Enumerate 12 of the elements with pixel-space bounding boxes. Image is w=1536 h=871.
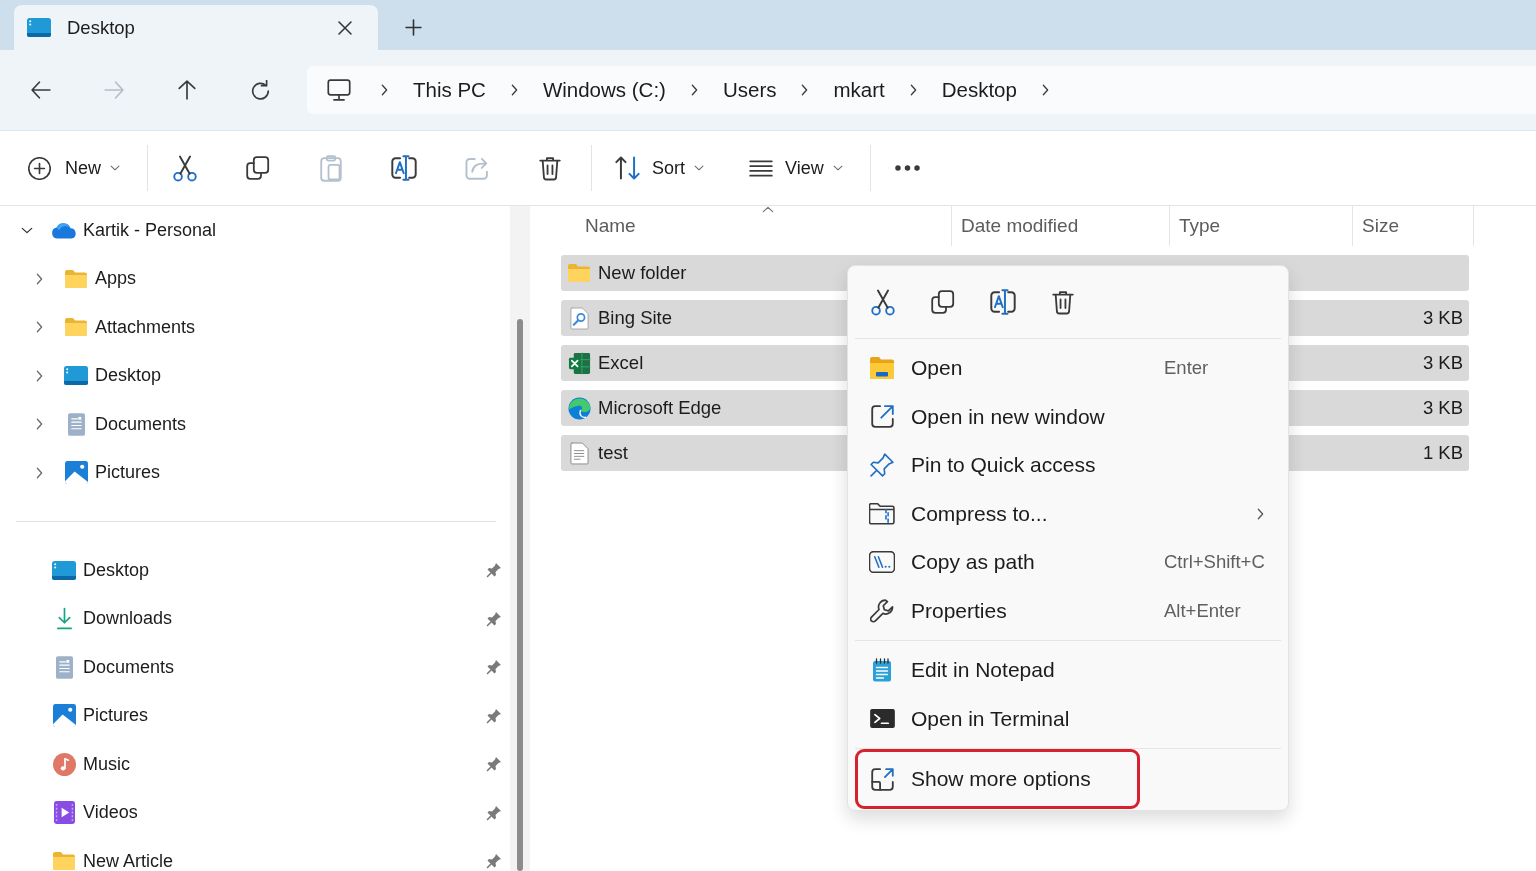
file-name: Excel <box>598 352 644 374</box>
file-size: 3 KB <box>1422 397 1463 419</box>
file-name: Microsoft Edge <box>598 397 722 419</box>
file-size: 3 KB <box>1422 307 1463 329</box>
shortcut-text: Alt+Enter <box>1164 599 1241 622</box>
file-size: 3 KB <box>1422 352 1463 374</box>
file-name: New folder <box>598 262 687 284</box>
file-size: 1 KB <box>1422 442 1463 464</box>
file-name: test <box>598 442 628 464</box>
file-name: Bing Site <box>598 307 673 329</box>
shortcut-text: Enter <box>1164 357 1209 380</box>
shortcut-text: Ctrl+Shift+C <box>1164 551 1265 574</box>
